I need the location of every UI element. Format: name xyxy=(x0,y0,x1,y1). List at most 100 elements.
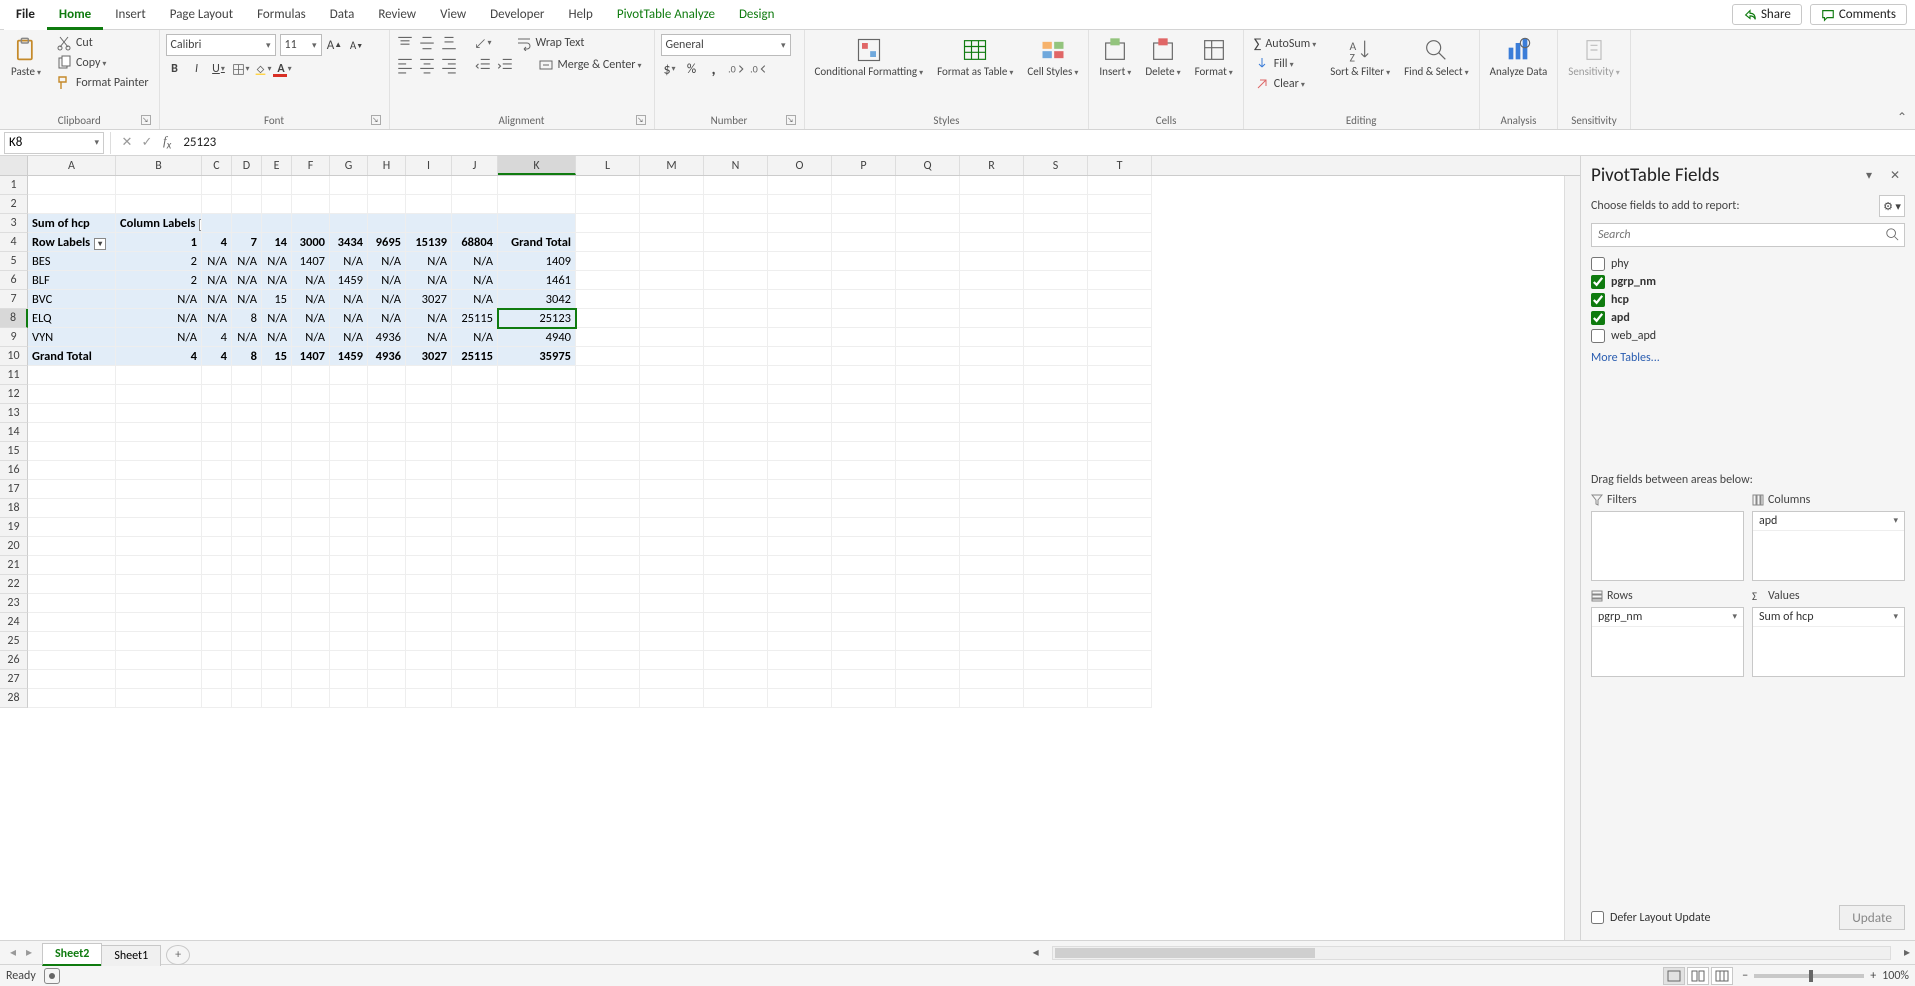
cell[interactable] xyxy=(896,480,960,499)
cell[interactable] xyxy=(896,651,960,670)
cell[interactable] xyxy=(28,385,116,404)
cell[interactable] xyxy=(1024,176,1088,195)
clipboard-launcher[interactable]: ↘ xyxy=(141,115,151,125)
cell[interactable] xyxy=(262,556,292,575)
cell[interactable]: N/A xyxy=(116,309,202,328)
cell[interactable] xyxy=(896,385,960,404)
tab-file[interactable]: File xyxy=(4,0,47,30)
cell[interactable] xyxy=(1024,233,1088,252)
cell[interactable] xyxy=(576,404,640,423)
cell[interactable] xyxy=(116,575,202,594)
cell[interactable] xyxy=(960,385,1024,404)
cell[interactable] xyxy=(960,195,1024,214)
cell[interactable] xyxy=(202,461,232,480)
cell[interactable] xyxy=(368,632,406,651)
cell[interactable] xyxy=(1024,385,1088,404)
cell[interactable] xyxy=(28,499,116,518)
cell[interactable] xyxy=(1088,404,1152,423)
cell[interactable] xyxy=(704,290,768,309)
cell[interactable] xyxy=(960,632,1024,651)
cell[interactable] xyxy=(232,214,262,233)
cell[interactable] xyxy=(640,480,704,499)
cell[interactable] xyxy=(452,537,498,556)
row-header[interactable]: 4 xyxy=(0,233,28,252)
zoom-out-button[interactable]: − xyxy=(1742,969,1748,983)
cell[interactable] xyxy=(832,575,896,594)
cell[interactable] xyxy=(768,328,832,347)
cell[interactable] xyxy=(498,404,576,423)
align-center-button[interactable] xyxy=(418,56,436,74)
sensitivity-button[interactable]: Sensitivity xyxy=(1564,34,1623,81)
cell[interactable] xyxy=(406,404,452,423)
cell[interactable] xyxy=(452,556,498,575)
cell[interactable] xyxy=(1088,347,1152,366)
cell[interactable] xyxy=(640,252,704,271)
cell[interactable] xyxy=(406,594,452,613)
cell[interactable] xyxy=(406,461,452,480)
cell[interactable] xyxy=(452,632,498,651)
cell[interactable] xyxy=(704,689,768,708)
cell[interactable]: 3000 xyxy=(292,233,330,252)
cell[interactable]: VYN xyxy=(28,328,116,347)
cell[interactable]: 25115 xyxy=(452,309,498,328)
orientation-button[interactable] xyxy=(474,34,492,52)
cell[interactable] xyxy=(406,670,452,689)
cell[interactable]: N/A xyxy=(406,309,452,328)
cell[interactable] xyxy=(960,309,1024,328)
cell[interactable]: N/A xyxy=(452,328,498,347)
cell[interactable] xyxy=(768,271,832,290)
rows-area[interactable]: Rows pgrp_nm▾ xyxy=(1591,589,1744,677)
cell[interactable] xyxy=(1024,689,1088,708)
col-header[interactable]: K xyxy=(498,156,576,175)
cell[interactable] xyxy=(368,537,406,556)
cell[interactable] xyxy=(368,442,406,461)
cell[interactable] xyxy=(832,233,896,252)
number-launcher[interactable]: ↘ xyxy=(786,115,796,125)
cell[interactable] xyxy=(576,252,640,271)
cell[interactable] xyxy=(232,537,262,556)
cell[interactable] xyxy=(202,518,232,537)
cell[interactable] xyxy=(452,366,498,385)
sheet-tab-sheet1[interactable]: Sheet1 xyxy=(101,945,161,966)
cell[interactable]: 7 xyxy=(232,233,262,252)
cell[interactable] xyxy=(832,271,896,290)
cell[interactable] xyxy=(768,461,832,480)
cell[interactable] xyxy=(704,271,768,290)
cell[interactable] xyxy=(768,670,832,689)
cell[interactable] xyxy=(28,423,116,442)
cell[interactable]: N/A xyxy=(292,271,330,290)
cell[interactable] xyxy=(832,461,896,480)
alignment-launcher[interactable]: ↘ xyxy=(636,115,646,125)
cell[interactable]: N/A xyxy=(262,309,292,328)
cell[interactable] xyxy=(368,461,406,480)
cell[interactable] xyxy=(202,404,232,423)
cell[interactable] xyxy=(768,404,832,423)
cell[interactable] xyxy=(368,366,406,385)
align-top-button[interactable] xyxy=(396,34,414,52)
cell[interactable] xyxy=(1024,271,1088,290)
cell[interactable] xyxy=(330,594,368,613)
cell[interactable] xyxy=(1088,233,1152,252)
cell[interactable] xyxy=(832,290,896,309)
cell[interactable]: Grand Total xyxy=(28,347,116,366)
cell[interactable] xyxy=(116,480,202,499)
cell[interactable] xyxy=(406,575,452,594)
cell[interactable] xyxy=(262,689,292,708)
cell[interactable] xyxy=(28,689,116,708)
cell[interactable] xyxy=(202,423,232,442)
cell[interactable] xyxy=(1088,252,1152,271)
cell[interactable] xyxy=(452,499,498,518)
cell[interactable] xyxy=(704,537,768,556)
cell[interactable] xyxy=(202,632,232,651)
format-cells-button[interactable]: Format xyxy=(1191,34,1237,81)
cell[interactable] xyxy=(406,518,452,537)
cell[interactable] xyxy=(498,537,576,556)
accounting-format-button[interactable]: $ xyxy=(661,60,679,78)
cell[interactable] xyxy=(368,594,406,613)
cell[interactable]: 8 xyxy=(232,309,262,328)
col-header[interactable]: A xyxy=(28,156,116,175)
cell[interactable] xyxy=(292,651,330,670)
cell[interactable] xyxy=(704,252,768,271)
cell[interactable]: N/A xyxy=(232,271,262,290)
cell[interactable]: 1407 xyxy=(292,347,330,366)
